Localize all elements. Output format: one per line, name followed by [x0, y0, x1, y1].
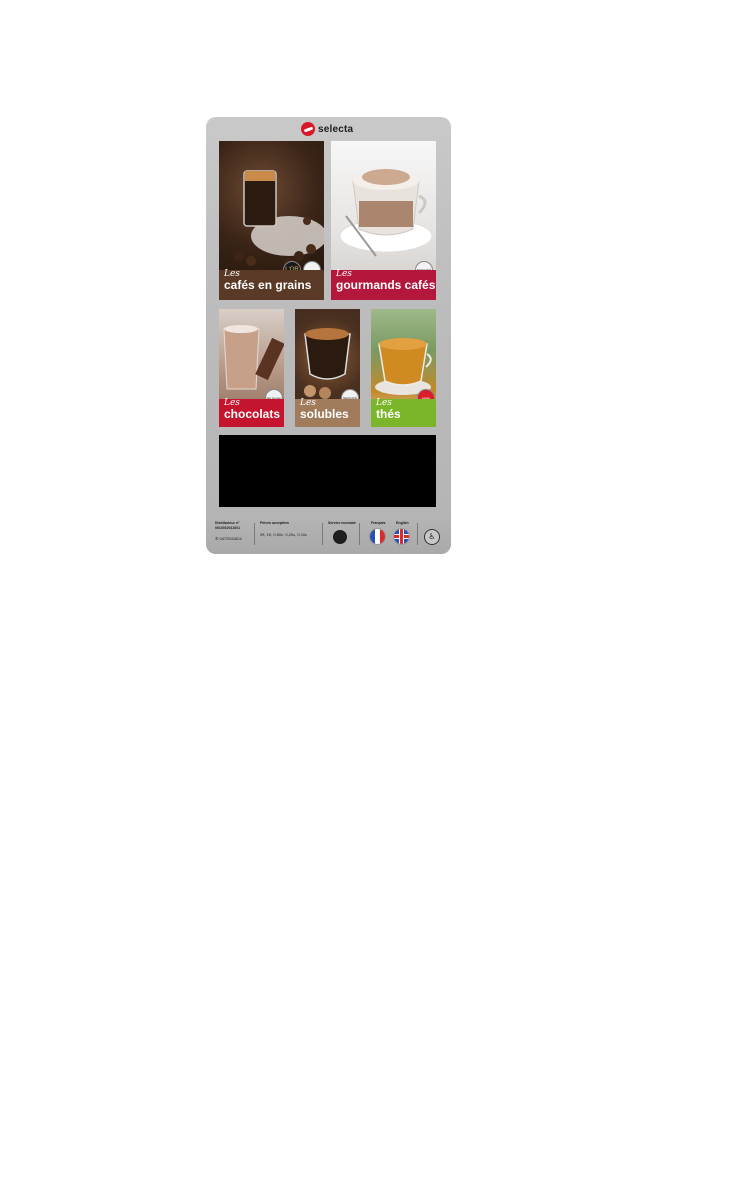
vending-machine-panel: selecta L'OR Les cafés en grains — [206, 117, 451, 554]
brand-name: selecta — [318, 123, 354, 135]
lang-fr-label: Français — [371, 521, 386, 525]
chocolate-glass-icon — [223, 325, 284, 390]
english-flag-button[interactable] — [393, 528, 410, 545]
no-coin-icon — [333, 530, 347, 544]
display-screen[interactable] — [219, 435, 436, 507]
tile-title: chocolats — [224, 407, 281, 421]
tile-title: thés — [376, 407, 401, 421]
tile-label: Les thés — [371, 399, 436, 427]
service-monnaie-label: Service monnaie — [328, 521, 356, 525]
tile-cafes-en-grains[interactable]: L'OR Les cafés en grains — [219, 141, 324, 300]
lang-fr-label-wrap: Français — [371, 521, 385, 526]
distributor-info: Distributeur n° 0010010011001 ✆ 04725418… — [215, 521, 242, 542]
divider — [417, 523, 418, 545]
tile-chocolats[interactable]: Van Houten Les chocolats — [219, 309, 284, 427]
tile-label: Les chocolats — [219, 399, 284, 427]
tile-solubles[interactable]: NESCAFÉ Les solubles — [295, 309, 360, 427]
tile-label: Les cafés en grains — [219, 270, 324, 300]
divider — [322, 523, 323, 545]
phone-row: ✆ 0472541824 — [215, 536, 242, 542]
lang-en-label-wrap: English — [396, 521, 409, 526]
tile-label: Les solubles — [295, 399, 360, 427]
distributor-number: 0010010011001 — [215, 526, 241, 530]
accessibility-icon[interactable]: ♿ — [424, 529, 440, 545]
tea-cup-icon — [375, 338, 432, 395]
espresso-cup-icon — [304, 328, 351, 399]
coins-label: Pièces acceptées — [260, 521, 289, 525]
tile-gourmands-cafes[interactable]: NESCAFÉ Les gourmands cafés — [331, 141, 436, 300]
coins-value: 2€, 1€, 0,50c, 0,20c, 0,10c — [260, 532, 308, 537]
phone-icon: ✆ — [215, 536, 219, 541]
lang-en-label: English — [396, 521, 409, 525]
tile-title: solubles — [300, 407, 349, 421]
tile-thes[interactable]: Lipton Les thés — [371, 309, 436, 427]
machine-footer: Distributeur n° 0010010011001 ✆ 04725418… — [206, 515, 451, 554]
espresso-glass-icon — [234, 170, 324, 268]
french-flag-button[interactable] — [369, 528, 386, 545]
selecta-logo: selecta — [301, 120, 353, 138]
cappuccino-cup-icon — [339, 169, 433, 257]
selecta-logo-icon — [301, 122, 315, 136]
service-monnaie: Service monnaie — [328, 521, 356, 526]
tile-title: gourmands cafés — [336, 278, 436, 292]
tile-label: Les gourmands cafés — [331, 270, 436, 300]
divider — [254, 523, 255, 545]
phone-number: 0472541824 — [219, 536, 242, 541]
divider — [359, 523, 360, 545]
coins-info: Pièces acceptées 2€, 1€, 0,50c, 0,20c, 0… — [260, 521, 307, 538]
tile-title: cafés en grains — [224, 278, 312, 292]
